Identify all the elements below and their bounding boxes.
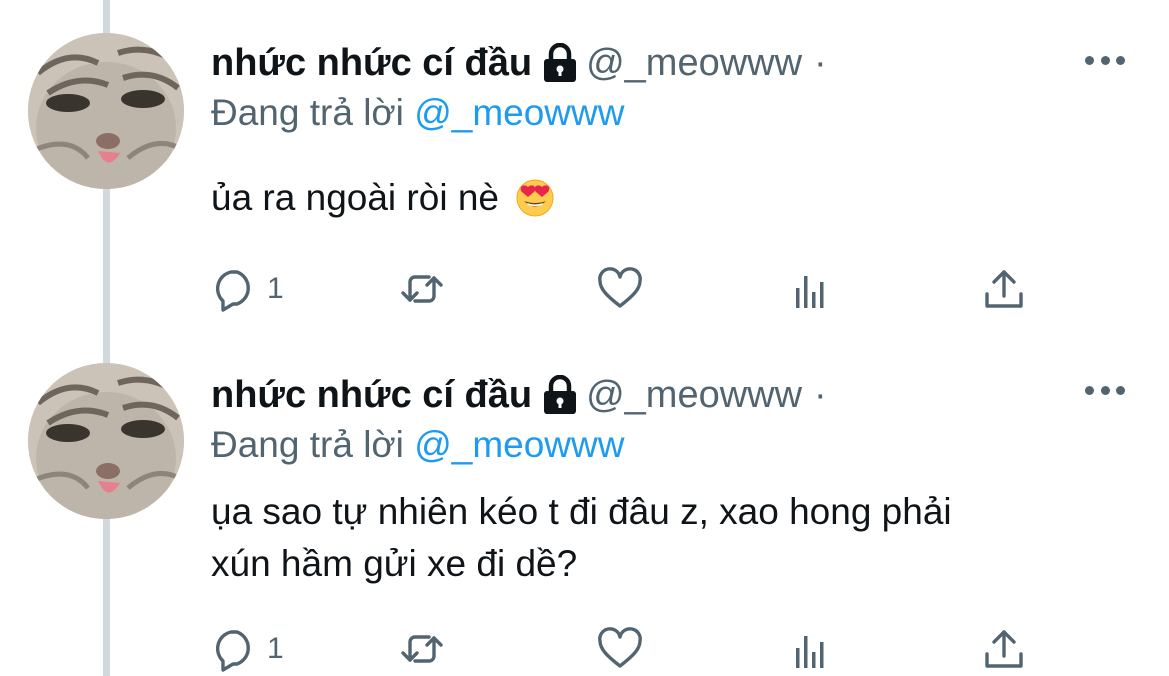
lock-icon [542, 375, 578, 415]
views-icon [789, 266, 835, 312]
avatar[interactable] [28, 363, 184, 519]
like-icon [597, 626, 643, 672]
more-options-icon[interactable] [1085, 50, 1125, 70]
separator-dot: · [814, 373, 827, 416]
reply-icon [211, 266, 257, 312]
tweet-text-line: xún hầm gửi xe đi dề? [211, 543, 578, 584]
tweet-actions: 1 [211, 264, 1041, 314]
avatar[interactable] [28, 33, 184, 189]
tweet-actions: 1 [211, 624, 1041, 674]
display-name[interactable]: nhức nhức cí đầu [211, 374, 532, 417]
like-button[interactable] [597, 624, 643, 674]
mention-link[interactable]: @_meowww [414, 92, 624, 133]
display-name[interactable]: nhức nhức cí đầu [211, 42, 532, 85]
tweet-header: nhức nhức cí đầu @_meowww · [211, 370, 827, 420]
heart-eyes-emoji [515, 178, 555, 218]
tweet-text-line: ụa sao tự nhiên kéo t đi đâu z, xao hong… [211, 491, 952, 532]
retweet-icon [399, 266, 445, 312]
retweet-button[interactable] [399, 624, 445, 674]
reply-button[interactable]: 1 [211, 624, 284, 674]
replying-prefix: Đang trả lời [211, 92, 404, 133]
views-icon [789, 626, 835, 672]
like-icon [597, 266, 643, 312]
reply-button[interactable]: 1 [211, 264, 284, 314]
share-icon [981, 626, 1027, 672]
tweet-text-line: ủa ra ngoài ròi nè [211, 177, 499, 218]
replying-prefix: Đang trả lời [211, 424, 404, 465]
user-handle[interactable]: @_meowww [586, 374, 802, 417]
mention-link[interactable]: @_meowww [414, 424, 624, 465]
more-options-icon[interactable] [1085, 380, 1125, 400]
user-handle[interactable]: @_meowww [586, 42, 802, 85]
tweet-text: ụa sao tự nhiên kéo t đi đâu z, xao hong… [211, 486, 1111, 590]
reply-count: 1 [267, 272, 284, 305]
like-button[interactable] [597, 264, 643, 314]
tweet-header: nhức nhức cí đầu @_meowww · [211, 38, 827, 88]
views-button[interactable] [789, 624, 835, 674]
share-button[interactable] [981, 624, 1027, 674]
separator-dot: · [814, 41, 827, 84]
reply-count: 1 [267, 632, 284, 665]
tweet-text: ủa ra ngoài ròi nè [211, 172, 1111, 224]
tweet[interactable]: nhức nhức cí đầu @_meowww · Đang trả lời… [0, 0, 1169, 338]
share-icon [981, 266, 1027, 312]
replying-to: Đang trả lời @_meowww [211, 92, 624, 134]
share-button[interactable] [981, 264, 1027, 314]
replying-to: Đang trả lời @_meowww [211, 424, 624, 466]
reply-icon [211, 626, 257, 672]
retweet-button[interactable] [399, 264, 445, 314]
lock-icon [542, 43, 578, 83]
tweet[interactable]: nhức nhức cí đầu @_meowww · Đang trả lời… [0, 338, 1169, 676]
retweet-icon [399, 626, 445, 672]
views-button[interactable] [789, 264, 835, 314]
